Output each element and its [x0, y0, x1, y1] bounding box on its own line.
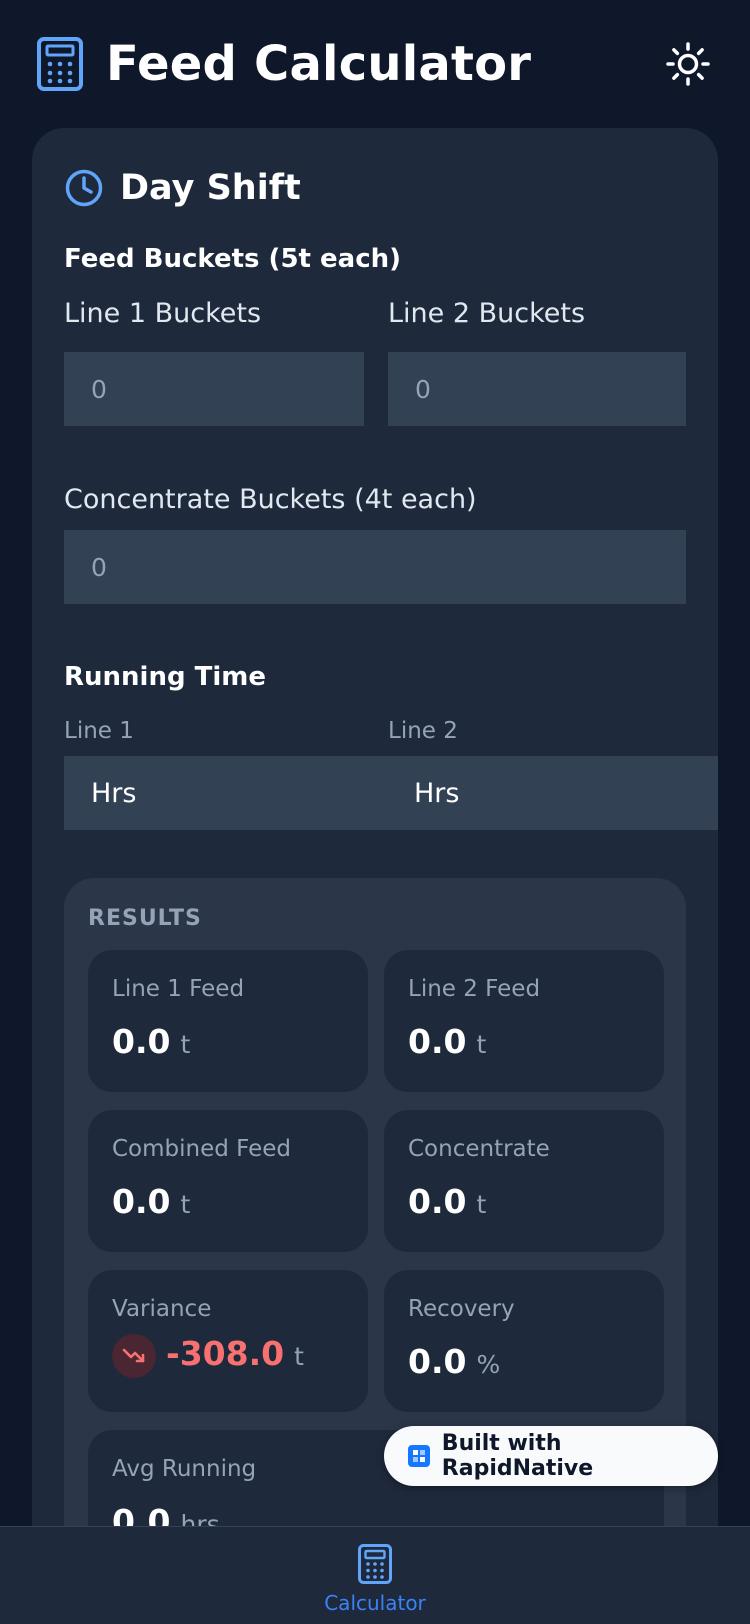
shift-title: Day Shift	[120, 168, 301, 208]
concentrate-buckets-label: Concentrate Buckets (4t each)	[64, 484, 477, 515]
day-shift-card: Day Shift Feed Buckets (5t each) Line 1 …	[32, 128, 718, 1624]
concentrate-buckets-input[interactable]	[64, 530, 686, 604]
value-unit: t	[180, 1030, 191, 1059]
badge-text: Built with RapidNative	[441, 1431, 594, 1481]
shift-header: Day Shift	[64, 168, 301, 208]
value-number: -308.0	[166, 1334, 285, 1373]
line1-hours-input[interactable]: Hrs	[91, 778, 136, 809]
tile-value: 0.0 t	[408, 1182, 486, 1221]
variance-tile: Variance -308.0 t	[88, 1270, 368, 1412]
app-title: Feed Calculator	[106, 36, 532, 92]
value-number: 0.0	[408, 1342, 467, 1381]
value-number: 0.0	[408, 1022, 467, 1061]
header: Feed Calculator	[0, 0, 750, 128]
tile-label: Variance	[112, 1296, 212, 1322]
running-line2-label: Line 2	[388, 718, 458, 744]
results-title: RESULTS	[88, 906, 202, 931]
tile-value: 0.0 t	[112, 1182, 190, 1221]
tab-calculator[interactable]: Calculator	[310, 1527, 440, 1624]
value-unit: %	[476, 1350, 501, 1379]
line1-buckets-label: Line 1 Buckets	[64, 298, 262, 329]
built-with-badge[interactable]: Built with RapidNative	[384, 1426, 718, 1486]
app-root: Feed Calculator Day Shift Feed Buckets (…	[0, 0, 750, 1624]
tile-label: Line 2 Feed	[408, 976, 541, 1002]
value-number: 0.0	[408, 1182, 467, 1221]
tile-value: -308.0 t	[112, 1334, 304, 1378]
tile-value: 0.0 %	[408, 1342, 500, 1381]
value-unit: t	[476, 1030, 487, 1059]
recovery-tile: Recovery 0.0 %	[384, 1270, 664, 1412]
bottom-tab-bar: Calculator	[0, 1526, 750, 1624]
calculator-icon	[37, 37, 83, 91]
line1-feed-tile: Line 1 Feed 0.0 t	[88, 950, 368, 1092]
tile-label: Line 1 Feed	[112, 976, 245, 1002]
tile-label: Recovery	[408, 1296, 515, 1322]
line2-hours-input[interactable]: Hrs	[414, 778, 459, 809]
feed-buckets-title: Feed Buckets (5t each)	[64, 244, 401, 274]
value-number: 0.0	[112, 1022, 171, 1061]
tile-label: Concentrate	[408, 1136, 550, 1162]
value-unit: t	[476, 1190, 487, 1219]
tile-label: Combined Feed	[112, 1136, 292, 1162]
calculator-icon	[358, 1544, 392, 1584]
value-unit: t	[180, 1190, 191, 1219]
combined-feed-tile: Combined Feed 0.0 t	[88, 1110, 368, 1252]
sun-icon	[666, 42, 710, 86]
tile-value: 0.0 t	[408, 1022, 486, 1061]
results-panel: RESULTS Line 1 Feed 0.0 t Line 2 Feed 0.…	[64, 878, 686, 1624]
line2-feed-tile: Line 2 Feed 0.0 t	[384, 950, 664, 1092]
tile-label: Avg Running	[112, 1456, 257, 1482]
line2-buckets-input[interactable]	[388, 352, 686, 426]
value-number: 0.0	[112, 1182, 171, 1221]
line2-buckets-label: Line 2 Buckets	[388, 298, 586, 329]
rapidnative-logo-icon	[408, 1445, 430, 1467]
running-line1-label: Line 1	[64, 718, 134, 744]
clock-icon	[65, 169, 103, 207]
theme-toggle-button[interactable]	[662, 38, 714, 90]
running-time-title: Running Time	[64, 662, 267, 692]
tab-label: Calculator	[324, 1591, 426, 1615]
trending-down-icon	[112, 1334, 156, 1378]
tile-value: 0.0 t	[112, 1022, 190, 1061]
line1-buckets-input[interactable]	[64, 352, 364, 426]
running-time-inputs: Hrs Hrs	[64, 756, 718, 830]
value-unit: t	[294, 1342, 304, 1371]
concentrate-tile: Concentrate 0.0 t	[384, 1110, 664, 1252]
